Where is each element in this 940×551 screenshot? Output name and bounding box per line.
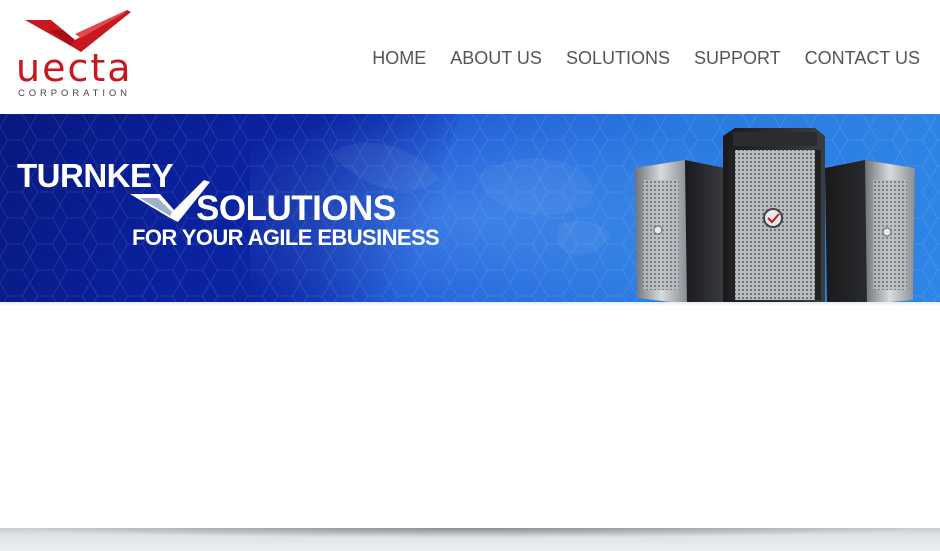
- banner-tagline: FOR YOUR AGILE EBUSINESS: [132, 225, 440, 250]
- nav-support[interactable]: SUPPORT: [694, 47, 781, 69]
- nav-solutions[interactable]: SOLUTIONS: [566, 47, 670, 69]
- logo-wordmark: uecta: [16, 46, 133, 90]
- nav-contact-us[interactable]: CONTACT US: [805, 47, 920, 69]
- server-towers-image: [635, 128, 915, 329]
- nav-home[interactable]: HOME: [372, 47, 426, 69]
- main-nav: HOME ABOUT US SOLUTIONS SUPPORT CONTACT …: [372, 47, 920, 69]
- company-logo[interactable]: uecta CORPORATION: [15, 8, 155, 100]
- nav-about-us[interactable]: ABOUT US: [450, 47, 542, 69]
- banner-line-solutions: SOLUTIONS: [196, 189, 396, 228]
- site-header: uecta CORPORATION HOME ABOUT US SOLUTION…: [0, 0, 940, 114]
- logo-subtitle: CORPORATION: [18, 88, 131, 99]
- footer-shadow: [0, 528, 940, 551]
- main-content-area: [0, 306, 940, 528]
